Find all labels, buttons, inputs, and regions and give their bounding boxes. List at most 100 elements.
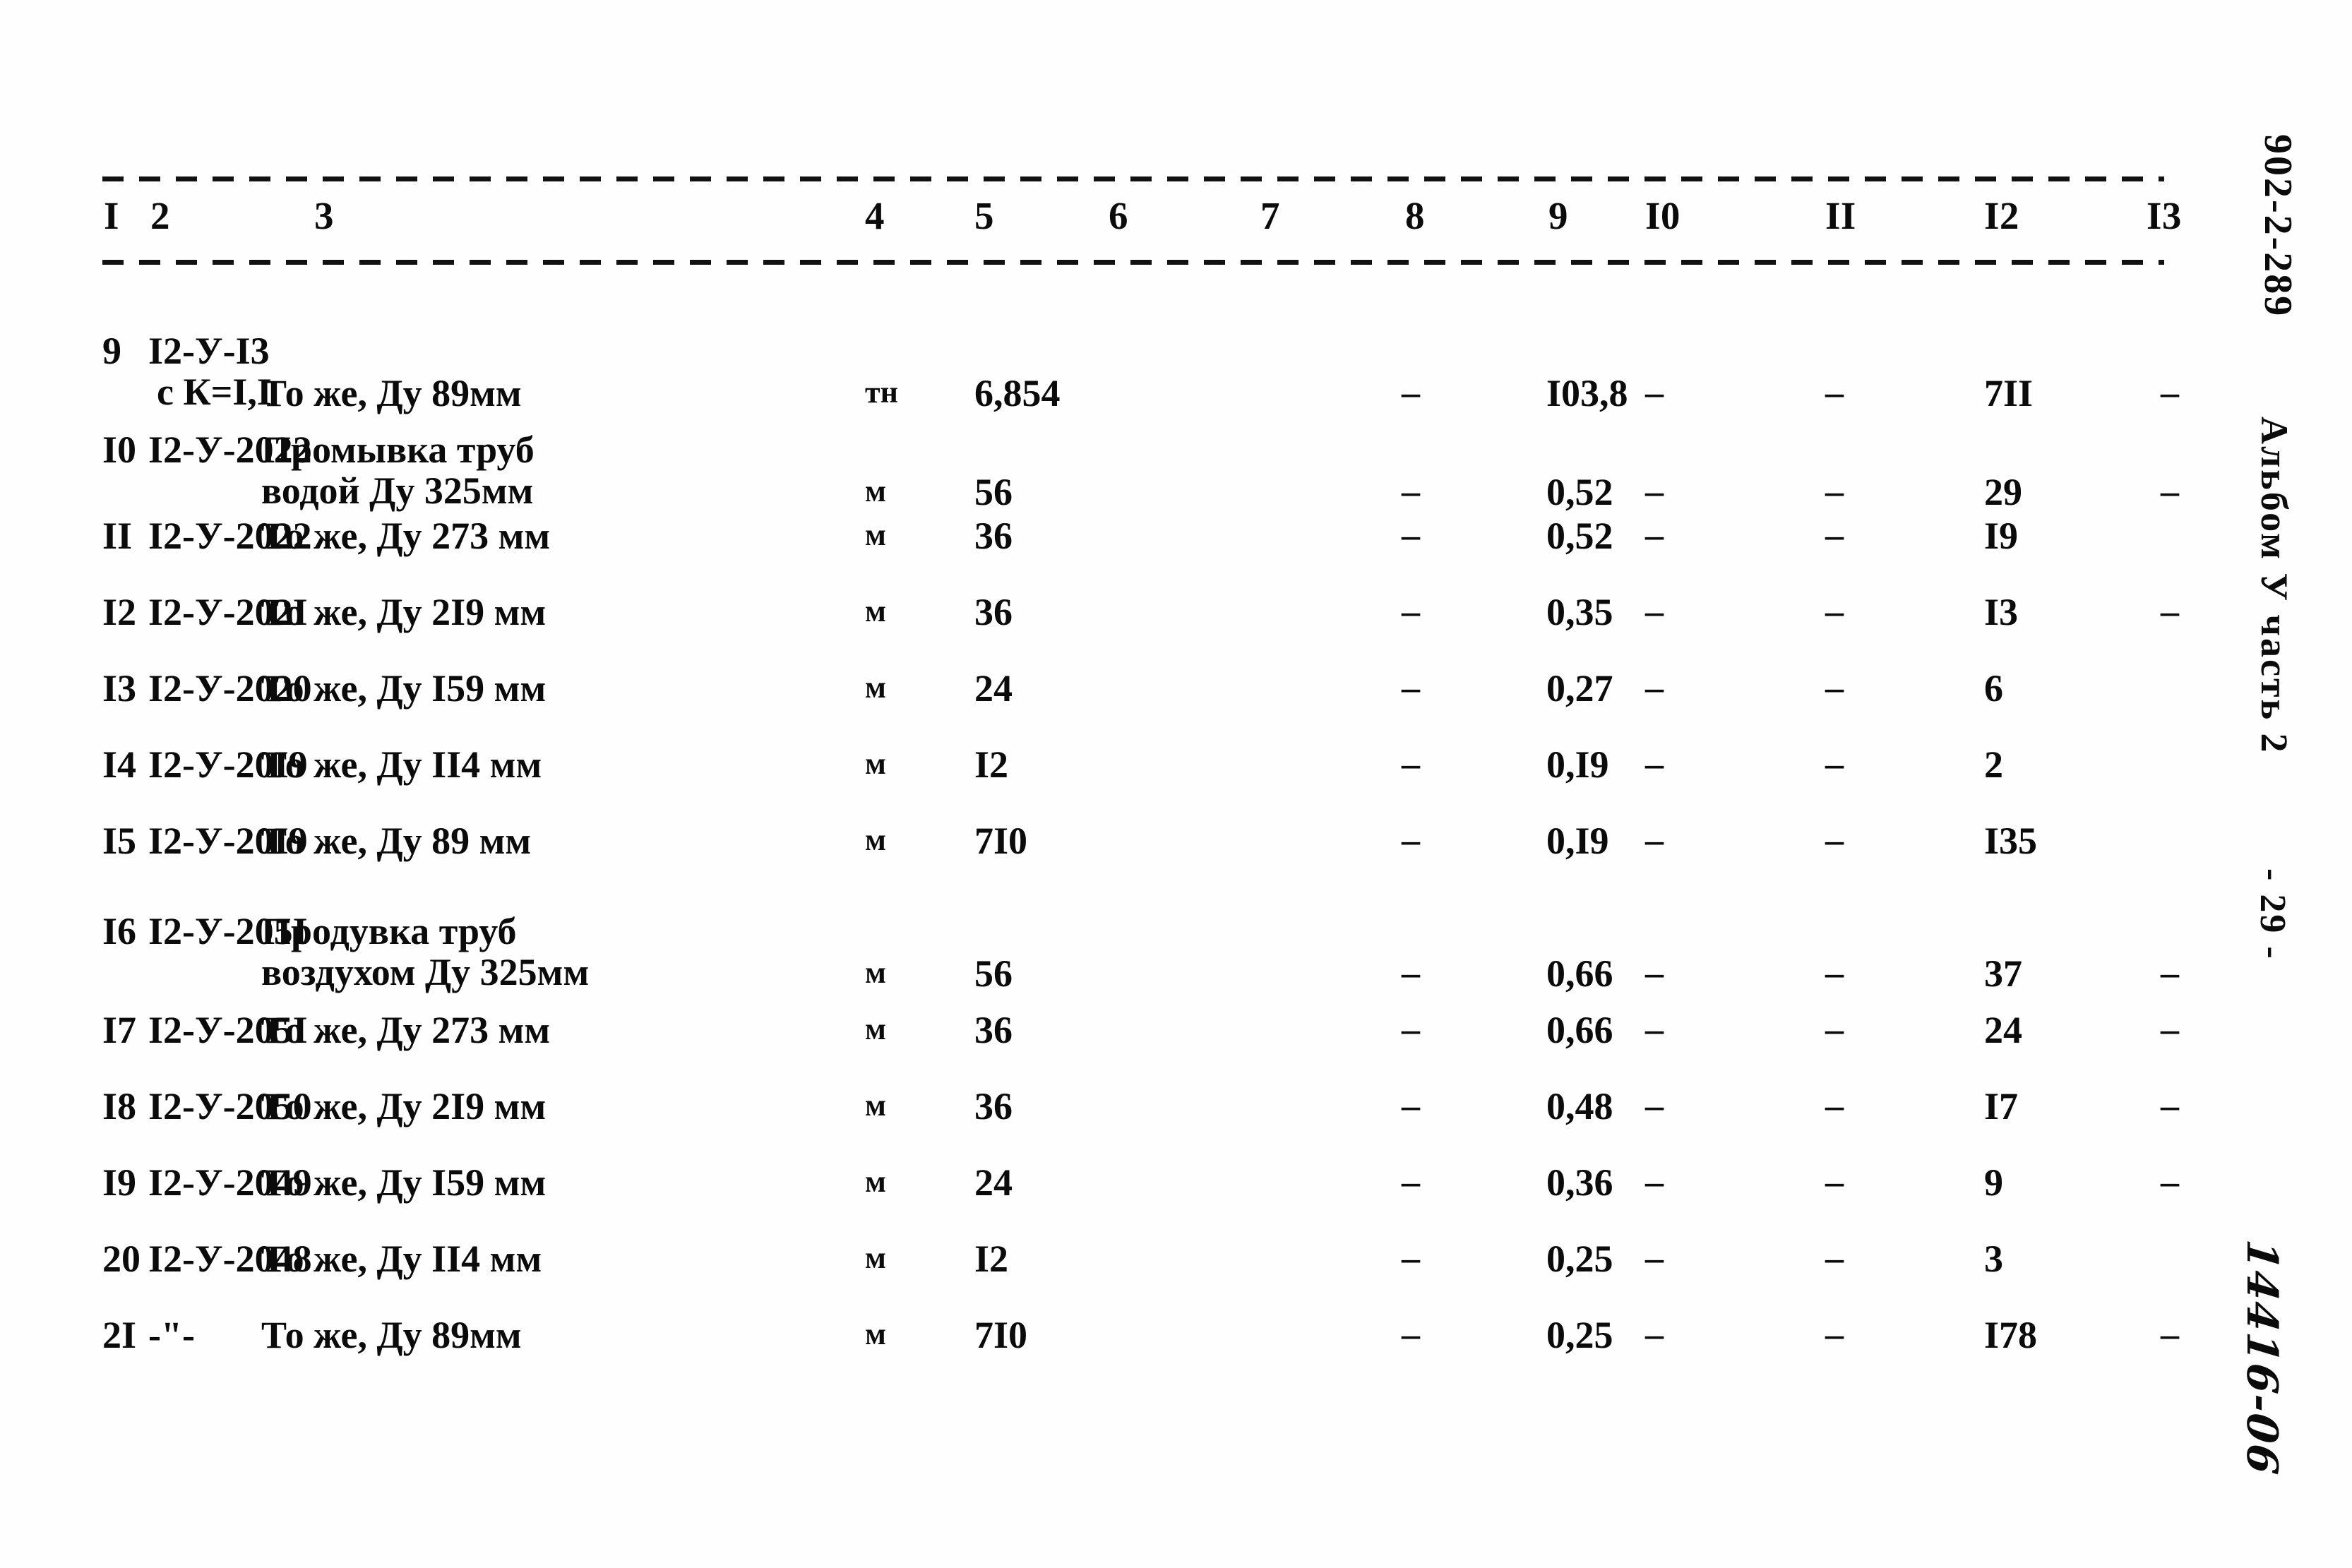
cell-position-number: I7: [102, 1009, 137, 1051]
cell-description: То же, Ду 273 мм: [261, 515, 551, 557]
table-row: I7 I2-У-205I То же, Ду 273 мм м 36–0,66– –24–: [102, 1009, 2179, 1090]
cell-col9-norm: 0,25: [1546, 1314, 1613, 1356]
cell-col8: –: [1402, 744, 1420, 784]
cell-quantity: 36: [974, 591, 1013, 633]
cell-unit: м: [865, 474, 886, 508]
cell-col12-total: 3: [1984, 1238, 2003, 1280]
margin-page-number: - 29 -: [2252, 868, 2293, 961]
cell-quantity: 24: [974, 1161, 1013, 1204]
column-header-3: 3: [314, 194, 334, 237]
cell-col12-total: I3: [1984, 591, 2019, 633]
cell-description: То же, Ду I59 мм: [261, 1161, 547, 1204]
cell-col12-total: 6: [1984, 667, 2003, 710]
cell-col9-norm: 0,I9: [1546, 820, 1609, 862]
cell-description: То же, Ду I59 мм: [261, 667, 547, 710]
cell-description-line2: воздухом Ду 325мм: [261, 951, 590, 993]
cell-quantity: 36: [974, 1009, 1013, 1051]
table-row: I8 I2-У-2050 То же, Ду 2I9 мм м 36–0,48– – I7–: [102, 1085, 2179, 1166]
cell-position-number: I5: [102, 820, 137, 862]
cell-quantity: 36: [974, 1085, 1013, 1127]
cell-col9-norm: 0,48: [1546, 1085, 1613, 1127]
cell-col8: –: [1402, 515, 1420, 556]
cell-col11: –: [1825, 515, 1844, 556]
cell-col9-norm: 0,25: [1546, 1238, 1613, 1280]
cell-quantity: I2: [974, 743, 1009, 786]
cell-col9-norm: 0,I9: [1546, 743, 1609, 786]
cell-col8: –: [1402, 472, 1420, 512]
cell-col8: –: [1402, 820, 1420, 861]
cell-col12-total: 37: [1984, 952, 2022, 995]
cell-col10: –: [1645, 668, 1664, 708]
cell-col9-norm: I03,8: [1546, 372, 1628, 414]
column-header-4: 4: [865, 194, 885, 237]
cell-description: Продувка труб: [261, 910, 517, 952]
cell-description: То же, Ду 89мм: [261, 1314, 522, 1356]
cell-unit: м: [865, 746, 886, 781]
cell-col9-norm: 0,66: [1546, 1009, 1613, 1051]
cell-col9-norm: 0,27: [1546, 667, 1613, 710]
column-header-7: 7: [1260, 194, 1280, 237]
cell-col12-total: I9: [1984, 515, 2019, 557]
cell-col8: –: [1402, 1238, 1420, 1279]
cell-col13: –: [2161, 592, 2179, 632]
cell-col10: –: [1645, 1010, 1664, 1050]
cell-col12-total: 9: [1984, 1161, 2003, 1204]
cell-description: Промывка труб: [261, 429, 535, 471]
cell-col12-total: I78: [1984, 1314, 2038, 1356]
cell-unit: м: [865, 1012, 886, 1046]
cell-unit: тн: [865, 375, 898, 409]
margin-album-label: Альбом У часть 2: [2253, 417, 2296, 755]
cell-col13: –: [2161, 373, 2179, 413]
column-header-8: 8: [1405, 194, 1425, 237]
cell-position-number: I4: [102, 743, 137, 786]
margin-handwritten-archive-number: 14416-06: [2237, 1237, 2286, 1478]
cell-col9-norm: 0,66: [1546, 952, 1613, 995]
column-header-10: I0: [1645, 194, 1681, 237]
cell-description: То же, Ду II4 мм: [261, 1238, 542, 1280]
cell-col12-total: 29: [1984, 471, 2022, 513]
cell-position-number: II: [102, 515, 133, 557]
cell-norm-code: I2-У-I3: [148, 330, 270, 372]
cell-unit: м: [865, 1164, 886, 1199]
cell-col9-norm: 0,52: [1546, 515, 1613, 557]
column-header-13: I3: [2147, 194, 2182, 237]
cell-unit: м: [865, 1240, 886, 1275]
cell-col9-norm: 0,35: [1546, 591, 1613, 633]
cell-col13: –: [2161, 953, 2179, 993]
cell-col11: –: [1825, 953, 1844, 993]
cell-col9-norm: 0,52: [1546, 471, 1613, 513]
column-header-2: 2: [150, 194, 170, 237]
cell-col11: –: [1825, 820, 1844, 861]
column-header-11: II: [1825, 194, 1856, 237]
cell-unit: м: [865, 955, 886, 990]
cell-position-number: I8: [102, 1085, 137, 1127]
cell-col10: –: [1645, 592, 1664, 632]
cell-col12-total: 7II: [1984, 372, 2034, 414]
table-row: I9 I2-У-2049 То же, Ду I59 мм м 24–0,36– –9–: [102, 1161, 2179, 1243]
table-row: 9 I2-У-I3 с К=I,I То же, Ду 89мм тн 6,854– I03…: [102, 330, 2179, 414]
column-header-1: I: [104, 194, 119, 237]
table-row: I6 I2-У-205I Продувка труб воздухом Ду 325м…: [102, 910, 2179, 995]
cell-col10: –: [1645, 1238, 1664, 1279]
column-header-12: I2: [1984, 194, 2019, 237]
cell-col11: –: [1825, 1238, 1844, 1279]
cell-col11: –: [1825, 592, 1844, 632]
cell-col10: –: [1645, 373, 1664, 413]
cell-col12-total: I7: [1984, 1085, 2019, 1127]
cell-quantity: 56: [974, 952, 1013, 995]
table-row: I2 I2-У-202I То же, Ду 2I9 мм м 36–0,35– – I3–: [102, 591, 2179, 672]
cell-col11: –: [1825, 668, 1844, 708]
cell-position-number: 2I: [102, 1314, 137, 1356]
cell-col8: –: [1402, 1162, 1420, 1202]
cell-col10: –: [1645, 472, 1664, 512]
cell-col8: –: [1402, 953, 1420, 993]
cell-position-number: I9: [102, 1161, 137, 1204]
cell-col10: –: [1645, 515, 1664, 556]
cell-quantity: 6,854: [974, 372, 1061, 414]
cell-col11: –: [1825, 744, 1844, 784]
column-header-9: 9: [1548, 194, 1568, 237]
margin-document-code: 902-2-289: [2256, 134, 2300, 318]
cell-col10: –: [1645, 1315, 1664, 1355]
cell-description: То же, Ду 89мм: [261, 372, 522, 414]
cell-col10: –: [1645, 744, 1664, 784]
